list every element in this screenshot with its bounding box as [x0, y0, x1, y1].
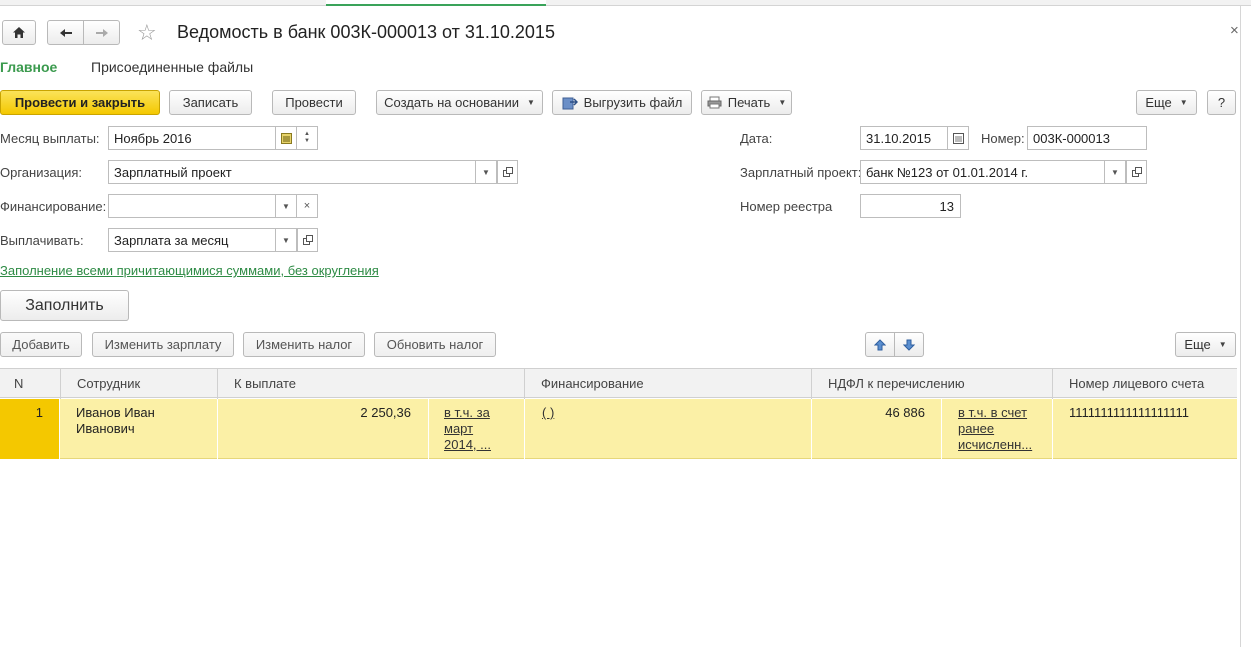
open-pay-button[interactable]: [297, 228, 318, 252]
add-button[interactable]: Добавить: [0, 332, 82, 357]
open-organization-button[interactable]: [497, 160, 518, 184]
pay-label: Выплачивать:: [0, 233, 84, 248]
col-financing[interactable]: Финансирование: [525, 369, 812, 399]
more-label: Еще: [1145, 95, 1172, 110]
pay-field[interactable]: Зарплата за месяц: [108, 228, 276, 252]
open-icon: [1131, 167, 1142, 177]
create-based-on-label: Создать на основании: [384, 95, 519, 110]
help-button[interactable]: ?: [1207, 90, 1236, 115]
printer-icon: [707, 96, 722, 109]
home-icon: [13, 27, 25, 38]
month-field[interactable]: Ноябрь 2016: [108, 126, 276, 150]
account-cell[interactable]: 1111111111111111111: [1053, 399, 1237, 459]
arrow-right-icon: [95, 28, 108, 37]
fill-mode-link[interactable]: Заполнение всеми причитающимися суммами,…: [0, 263, 379, 278]
more-button[interactable]: Еще ▼: [1136, 90, 1197, 115]
spin-down-icon[interactable]: ▼: [304, 138, 310, 145]
month-label: Месяц выплаты:: [0, 131, 100, 146]
open-icon: [302, 235, 313, 245]
amount-note-text: в т.ч. за март 2014, ...: [444, 405, 491, 452]
col-amount[interactable]: К выплате: [218, 369, 525, 399]
row-number: 1: [0, 399, 60, 459]
print-label: Печать: [727, 95, 771, 110]
open-icon: [502, 167, 513, 177]
pay-dropdown-icon[interactable]: ▼: [276, 228, 297, 252]
calendar-icon: [952, 132, 964, 144]
table-more-label: Еще: [1184, 337, 1211, 352]
star-icon[interactable]: ☆: [137, 21, 157, 45]
create-based-on-button[interactable]: Создать на основании ▼: [376, 90, 543, 115]
open-salary-project-button[interactable]: [1126, 160, 1147, 184]
salary-project-label: Зарплатный проект:: [740, 165, 862, 180]
active-window-tab[interactable]: [326, 0, 546, 6]
col-tax[interactable]: НДФЛ к перечислению: [812, 369, 1053, 399]
print-button[interactable]: Печать ▼: [701, 90, 792, 115]
col-account[interactable]: Номер лицевого счета: [1053, 369, 1237, 399]
amount-cell[interactable]: 2 250,36: [218, 399, 429, 459]
amount-note-link[interactable]: в т.ч. за март 2014, ...: [429, 399, 525, 459]
financing-dropdown-icon[interactable]: ▼: [276, 194, 297, 218]
table-more-button[interactable]: Еще ▼: [1175, 332, 1236, 357]
number-label: Номер:: [981, 131, 1025, 146]
table-header: N Сотрудник К выплате Финансирование НДФ…: [0, 368, 1237, 399]
window-tabs-strip: [0, 0, 1251, 6]
salary-project-field[interactable]: банк №123 от 01.01.2014 г.: [860, 160, 1105, 184]
employee-cell[interactable]: Иванов Иван Иванович: [60, 399, 218, 459]
window-right-border: [1240, 6, 1241, 647]
date-calendar-button[interactable]: [948, 126, 969, 150]
date-label: Дата:: [740, 131, 773, 146]
calendar-icon: [280, 132, 292, 144]
col-n[interactable]: N: [0, 369, 61, 399]
financing-field[interactable]: [108, 194, 276, 218]
tab-attached-files[interactable]: Присоединенные файлы: [91, 59, 253, 75]
export-file-button[interactable]: Выгрузить файл: [552, 90, 692, 115]
change-salary-button[interactable]: Изменить зарплату: [92, 332, 234, 357]
chevron-down-icon: ▼: [778, 98, 787, 107]
chevron-down-icon: ▼: [1179, 98, 1188, 107]
post-and-close-button[interactable]: Провести и закрыть: [0, 90, 160, 115]
export-file-label: Выгрузить файл: [583, 95, 683, 110]
chevron-down-icon: ▼: [1218, 340, 1227, 349]
change-tax-button[interactable]: Изменить налог: [243, 332, 365, 357]
organization-dropdown-icon[interactable]: ▼: [476, 160, 497, 184]
back-button[interactable]: [47, 20, 84, 45]
organization-label: Организация:: [0, 165, 83, 180]
page-title: Ведомость в банк 003К-000013 от 31.10.20…: [177, 22, 555, 42]
tax-note-link[interactable]: в т.ч. в счет ранее исчисленн...: [942, 399, 1053, 459]
date-field[interactable]: 31.10.2015: [860, 126, 948, 150]
table-row[interactable]: 1 Иванов Иван Иванович 2 250,36 в т.ч. з…: [0, 399, 1237, 459]
close-icon[interactable]: ×: [1230, 22, 1239, 39]
home-button[interactable]: [2, 20, 36, 45]
update-tax-button[interactable]: Обновить налог: [374, 332, 496, 357]
organization-field[interactable]: Зарплатный проект: [108, 160, 476, 184]
forward-button[interactable]: [83, 20, 120, 45]
registry-label: Номер реестра: [740, 199, 833, 214]
arrow-up-icon: [874, 338, 886, 350]
fill-button[interactable]: Заполнить: [0, 290, 129, 321]
col-employee[interactable]: Сотрудник: [61, 369, 218, 399]
salary-project-dropdown-icon[interactable]: ▼: [1105, 160, 1126, 184]
move-down-button[interactable]: [894, 332, 924, 357]
export-icon: [562, 97, 578, 109]
registry-field[interactable]: 13: [860, 194, 961, 218]
calendar-button[interactable]: [276, 126, 297, 150]
arrow-down-icon: [903, 339, 915, 351]
save-button[interactable]: Записать: [169, 90, 252, 115]
post-button[interactable]: Провести: [272, 90, 356, 115]
chevron-down-icon: ▼: [526, 98, 535, 107]
tax-cell[interactable]: 46 886: [812, 399, 942, 459]
financing-label: Финансирование:: [0, 199, 107, 214]
tax-note-text: в т.ч. в счет ранее исчисленн...: [958, 405, 1033, 452]
financing-cell[interactable]: ( ): [525, 399, 812, 459]
clear-icon[interactable]: ×: [297, 194, 318, 218]
tab-main[interactable]: Главное: [0, 59, 57, 75]
financing-text: ( ): [542, 405, 555, 420]
arrow-left-icon: [59, 28, 72, 37]
move-up-button[interactable]: [865, 332, 895, 357]
spin-up-icon[interactable]: ▲: [304, 131, 310, 138]
number-field[interactable]: 003К-000013: [1027, 126, 1147, 150]
month-spinner[interactable]: ▲ ▼: [297, 126, 318, 150]
